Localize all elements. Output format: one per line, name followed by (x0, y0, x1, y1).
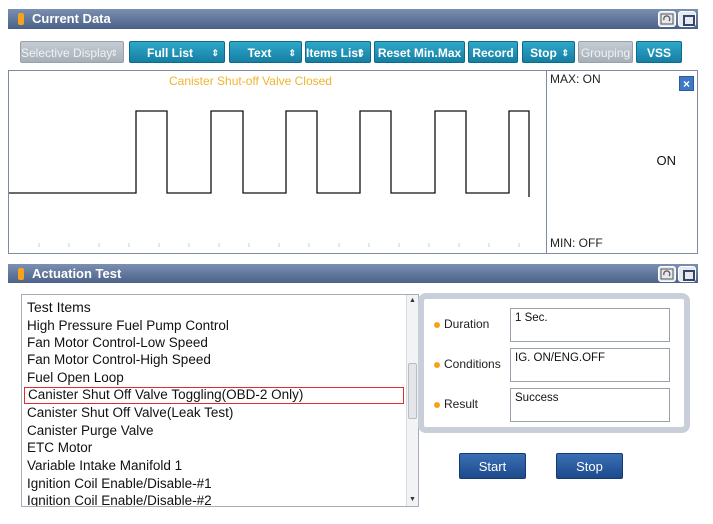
waveform-line (9, 110, 530, 197)
stop-select[interactable]: Stop ⇕ (522, 41, 575, 63)
scroll-up-icon[interactable]: ▲ (407, 295, 418, 307)
conditions-row: Conditions IG. ON/ENG.OFF (424, 348, 684, 382)
maximize-icon[interactable] (678, 266, 696, 282)
text-select[interactable]: Text ⇕ (229, 41, 302, 63)
panel-marker-icon (18, 268, 24, 280)
list-item[interactable]: ETC Motor (27, 439, 92, 456)
result-label: Result (444, 397, 479, 411)
graph-value-panel: MAX: ON ON MIN: OFF × (546, 71, 698, 253)
list-item[interactable]: Canister Purge Valve (27, 422, 154, 439)
list-item[interactable]: Ignition Coil Enable/Disable-#2 (27, 492, 212, 506)
actuation-test-title: Actuation Test (32, 266, 122, 281)
full-list-select[interactable]: Full List ⇕ (129, 41, 225, 63)
bullet-icon (434, 322, 440, 328)
start-button[interactable]: Start (459, 453, 526, 479)
items-list-select[interactable]: Items List ⇕ (305, 41, 371, 63)
list-item[interactable]: High Pressure Fuel Pump Control (27, 317, 229, 334)
selective-display-label: Selective Display (21, 46, 113, 60)
scroll-thumb[interactable] (408, 363, 417, 419)
duration-label: Duration (444, 317, 490, 331)
text-label: Text (247, 46, 272, 60)
grouping-label: Grouping (580, 46, 631, 60)
signal-graph: Canister Shut-off Valve Closed MAX: ON O… (8, 70, 698, 254)
test-items-list: Test Items High Pressure Fuel Pump Contr… (21, 294, 419, 507)
grouping-button[interactable]: Grouping (578, 41, 633, 63)
record-label: Record (472, 46, 514, 60)
list-item[interactable]: Ignition Coil Enable/Disable-#1 (27, 475, 212, 492)
updown-icon: ⇕ (357, 48, 365, 58)
list-item-selected[interactable]: Canister Shut Off Valve Toggling(OBD-2 O… (24, 387, 404, 404)
maximize-icon[interactable] (678, 11, 696, 27)
updown-icon: ⇕ (211, 48, 219, 58)
list-header: Test Items (27, 299, 91, 315)
grid-ticks (38, 243, 520, 247)
list-item[interactable]: Variable Intake Manifold 1 (27, 457, 182, 474)
conditions-label: Conditions (444, 357, 501, 371)
test-info-panel: Duration 1 Sec. Conditions IG. ON/ENG.OF… (418, 293, 690, 433)
vss-label: VSS (646, 46, 671, 60)
result-row: Result Success (424, 388, 684, 422)
bullet-icon (434, 362, 440, 368)
conditions-value: IG. ON/ENG.OFF (510, 348, 670, 382)
waveform-plot (9, 110, 530, 247)
duration-row: Duration 1 Sec. (424, 308, 684, 342)
duration-value: 1 Sec. (510, 308, 670, 342)
list-item[interactable]: Canister Shut Off Valve(Leak Test) (27, 404, 233, 421)
stop-button[interactable]: Stop (556, 453, 623, 479)
current-data-title: Current Data (32, 11, 111, 26)
list-item[interactable]: Fan Motor Control-High Speed (27, 351, 211, 368)
bullet-icon (434, 402, 440, 408)
current-data-header: Current Data (8, 9, 698, 29)
reset-min-max-button[interactable]: Reset Min.Max (374, 41, 465, 63)
current-value: ON (656, 153, 677, 168)
record-button[interactable]: Record (468, 41, 518, 63)
full-list-label: Full List (147, 46, 193, 60)
updown-icon: ⇕ (288, 48, 296, 58)
reset-min-max-label: Reset Min.Max (377, 46, 462, 60)
list-item[interactable]: Fan Motor Control-Low Speed (27, 334, 208, 351)
selective-display-select[interactable]: Selective Display ⇕ (20, 41, 124, 63)
updown-icon: ⇕ (110, 48, 118, 58)
list-item[interactable]: Fuel Open Loop (27, 369, 124, 386)
actuation-test-body: Test Items High Pressure Fuel Pump Contr… (8, 283, 698, 509)
result-value: Success (510, 388, 670, 422)
current-data-toolbar: Selective Display ⇕ Full List ⇕ Text ⇕ Item… (8, 41, 698, 63)
updown-icon: ⇕ (561, 48, 569, 58)
vss-button[interactable]: VSS (636, 41, 682, 63)
panel-marker-icon (18, 13, 24, 25)
scroll-down-icon[interactable]: ▼ (407, 494, 418, 506)
close-icon[interactable]: × (679, 76, 694, 91)
min-label: MIN: OFF (550, 236, 603, 250)
retry-icon[interactable] (658, 266, 676, 282)
actuation-test-header: Actuation Test (8, 264, 698, 284)
retry-icon[interactable] (658, 11, 676, 27)
max-label: MAX: ON (550, 72, 601, 86)
list-scrollbar[interactable]: ▲ ▼ (406, 295, 418, 506)
